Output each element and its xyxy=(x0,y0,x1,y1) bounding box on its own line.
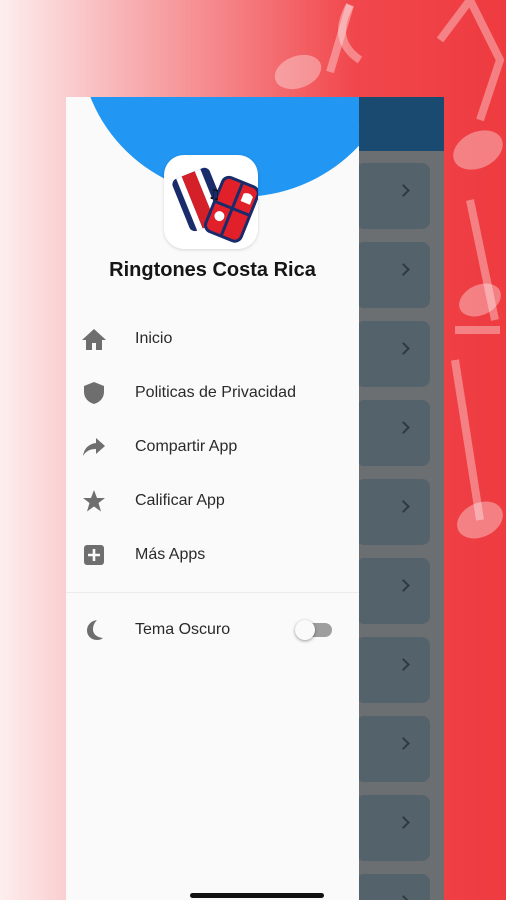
menu-item-label: Calificar App xyxy=(135,492,225,509)
star-icon xyxy=(80,487,108,515)
list-item[interactable] xyxy=(356,716,430,782)
add-box-icon xyxy=(80,541,108,569)
list-item[interactable] xyxy=(356,479,430,545)
drawer-app-title: Ringtones Costa Rica xyxy=(109,259,316,281)
list-item[interactable] xyxy=(356,321,430,387)
shield-icon xyxy=(80,379,108,407)
menu-item-rate[interactable]: Calificar App xyxy=(66,474,359,528)
home-indicator[interactable] xyxy=(190,893,324,898)
menu-item-label: Tema Oscuro xyxy=(135,621,231,638)
dark-theme-toggle[interactable] xyxy=(295,620,332,640)
menu-item-share[interactable]: Compartir App xyxy=(66,420,359,474)
list-item[interactable] xyxy=(356,163,430,229)
chevron-right-icon xyxy=(397,421,410,434)
menu-item-label: Inicio xyxy=(135,330,173,347)
chevron-right-icon xyxy=(397,658,410,671)
chevron-right-icon xyxy=(397,816,410,829)
chevron-right-icon xyxy=(397,737,410,750)
list-item[interactable] xyxy=(356,874,430,900)
chevron-right-icon xyxy=(397,342,410,355)
menu-item-label: Compartir App xyxy=(135,438,238,455)
menu-item-label: Más Apps xyxy=(135,546,206,563)
chevron-right-icon xyxy=(397,895,410,900)
menu-divider xyxy=(66,592,359,593)
drawer-menu: Inicio Politicas de Privacidad Compartir… xyxy=(66,312,359,657)
menu-item-dark-theme[interactable]: Tema Oscuro xyxy=(66,603,359,657)
menu-item-more-apps[interactable]: Más Apps xyxy=(66,528,359,582)
list-item[interactable] xyxy=(356,637,430,703)
list-item[interactable] xyxy=(356,400,430,466)
moon-icon xyxy=(80,616,108,644)
home-icon xyxy=(80,325,108,353)
share-icon xyxy=(80,433,108,461)
chevron-right-icon xyxy=(397,500,410,513)
list-item[interactable] xyxy=(356,795,430,861)
chevron-right-icon xyxy=(397,263,410,276)
svg-text:♫: ♫ xyxy=(208,187,221,203)
phone-screen: a xyxy=(66,97,444,900)
menu-item-label: Politicas de Privacidad xyxy=(135,384,296,401)
menu-item-inicio[interactable]: Inicio xyxy=(66,312,359,366)
toggle-knob xyxy=(295,620,315,640)
list-item[interactable] xyxy=(356,242,430,308)
chevron-right-icon xyxy=(397,579,410,592)
chevron-right-icon xyxy=(397,184,410,197)
navigation-drawer: ♫ Ringtones Costa Rica Inicio Politicas … xyxy=(66,97,359,900)
app-logo: ♫ xyxy=(164,155,260,249)
list-item[interactable] xyxy=(356,558,430,624)
menu-item-privacy[interactable]: Politicas de Privacidad xyxy=(66,366,359,420)
